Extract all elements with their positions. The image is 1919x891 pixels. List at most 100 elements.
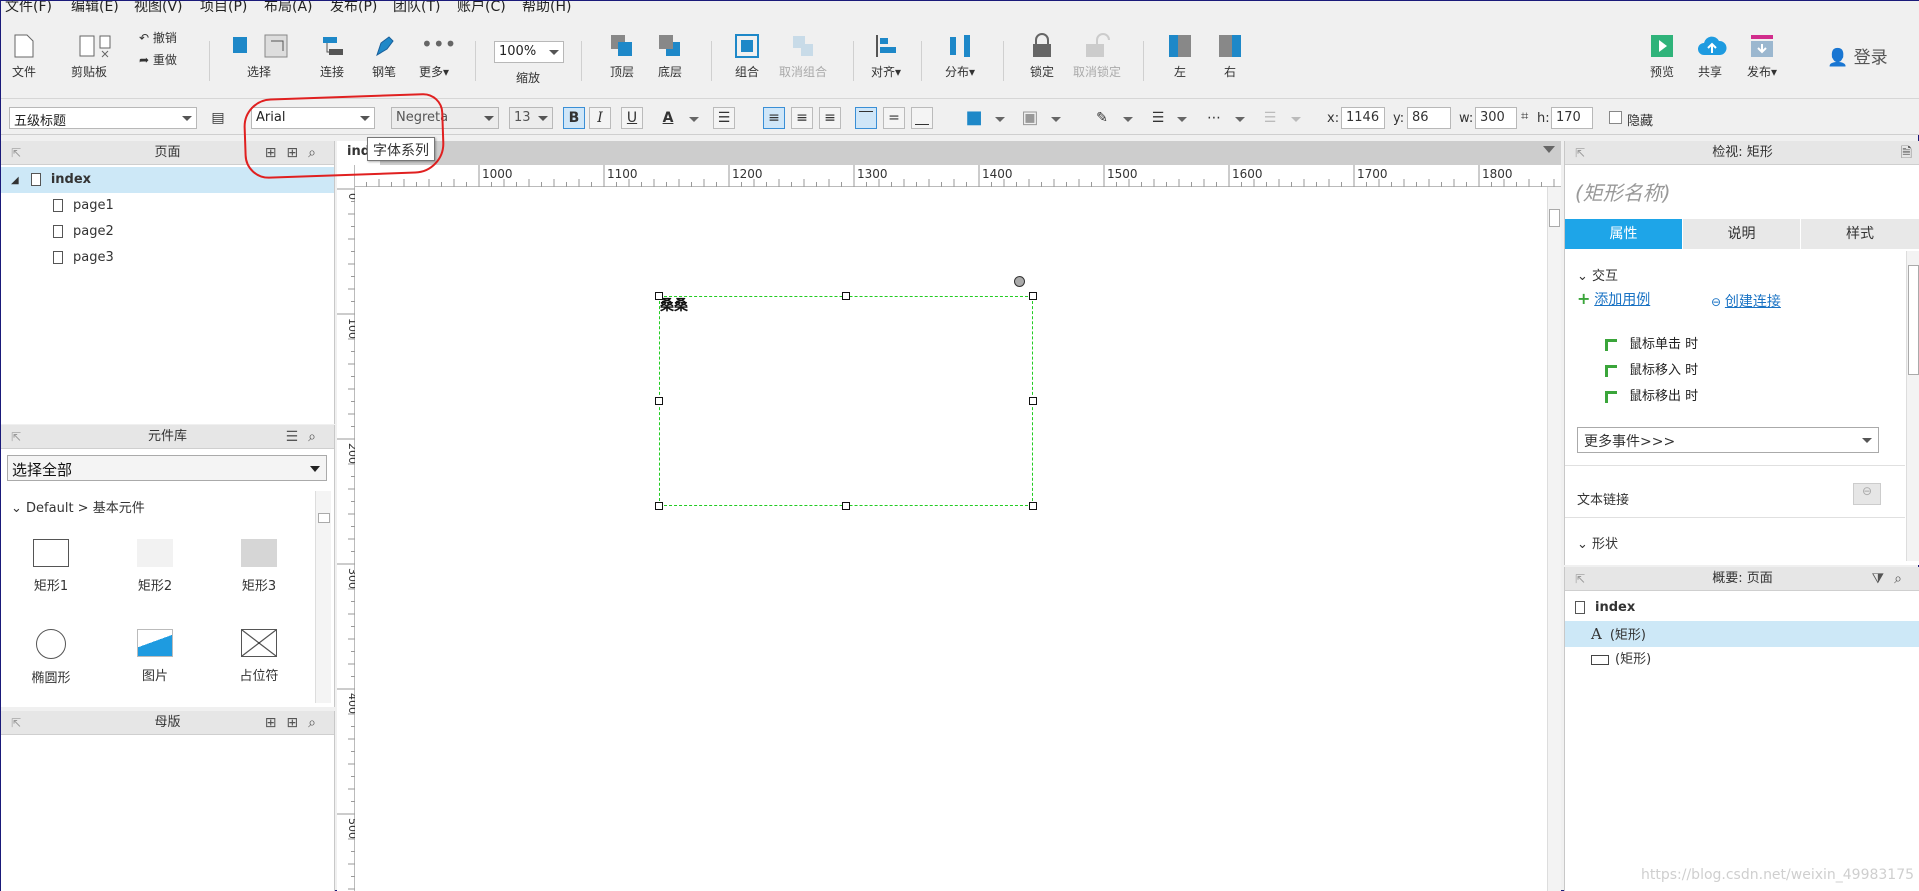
scroll-thumb[interactable] xyxy=(1908,265,1919,375)
widget-rectangle1[interactable]: 矩形1 xyxy=(11,539,91,594)
library-group-header[interactable]: ⌄ Default > 基本元件 xyxy=(11,497,145,516)
menu-help[interactable]: 帮助(H) xyxy=(522,1,571,16)
interaction-section[interactable]: ⌄ 交互 xyxy=(1577,265,1618,284)
selected-rectangle[interactable]: 桑桑 xyxy=(659,296,1033,506)
menu-view[interactable]: 视图(V) xyxy=(134,1,183,16)
right-panel-toggle[interactable]: 右 xyxy=(1217,33,1243,80)
resize-handle[interactable] xyxy=(655,502,663,510)
tab-menu-icon[interactable] xyxy=(1543,146,1555,153)
valign-top-icon[interactable]: ⎺ xyxy=(855,107,877,129)
pin-icon[interactable]: ⇱ xyxy=(11,141,21,165)
pin-icon[interactable]: ⇱ xyxy=(11,711,21,735)
outline-item-text-rectangle[interactable]: A (矩形) xyxy=(1565,621,1919,647)
font-size-select[interactable]: 13 xyxy=(509,107,553,129)
resize-handle[interactable] xyxy=(1029,397,1037,405)
pen-tool-button[interactable]: 钢笔 xyxy=(371,33,397,80)
bold-button[interactable]: B xyxy=(563,107,585,129)
left-panel-toggle[interactable]: 左 xyxy=(1167,33,1193,80)
more-tools-button[interactable]: ••• 更多▾ xyxy=(419,33,456,80)
widget-placeholder[interactable]: 占位符 xyxy=(219,629,299,684)
group-button[interactable]: 组合 xyxy=(734,33,760,80)
widget-image[interactable]: 图片 xyxy=(115,629,195,684)
canvas-vertical-scrollbar[interactable] xyxy=(1547,187,1561,891)
line-width-icon[interactable]: ☰ xyxy=(1147,107,1169,129)
clipboard-button[interactable]: 剪贴板 xyxy=(71,33,111,80)
undo-button[interactable]: ↶ 撤销 xyxy=(139,29,177,46)
widget-rectangle3[interactable]: 矩形3 xyxy=(219,539,299,594)
font-color-icon[interactable]: A xyxy=(657,107,679,129)
menu-team[interactable]: 团队(T) xyxy=(393,1,440,16)
masters-tools[interactable]: ⊞⊞⌕ xyxy=(265,711,326,735)
resize-handle[interactable] xyxy=(1029,292,1037,300)
event-click[interactable]: 鼠标单击 时 xyxy=(1605,333,1698,352)
publish-button[interactable]: 发布▾ xyxy=(1747,33,1777,80)
ungroup-button[interactable]: 取消组合 xyxy=(779,33,827,80)
bring-to-front-button[interactable]: 顶层 xyxy=(609,33,635,80)
underline-button[interactable]: U xyxy=(621,107,643,129)
redo-button[interactable]: ➦ 重做 xyxy=(139,51,177,68)
align-text-right-icon[interactable]: ≡ xyxy=(819,107,841,129)
widget-ellipse[interactable]: 椭圆形 xyxy=(11,629,91,686)
create-link-link[interactable]: ⊖ 创建连接 xyxy=(1711,291,1781,311)
send-to-back-button[interactable]: 底层 xyxy=(657,33,683,80)
distribute-button[interactable]: 分布▾ xyxy=(945,33,975,80)
style-manager-icon[interactable]: ▤ xyxy=(207,107,229,129)
shadow-icon[interactable]: ▣ xyxy=(1019,107,1041,129)
event-mouse-enter[interactable]: 鼠标移入 时 xyxy=(1605,359,1698,378)
scroll-thumb[interactable] xyxy=(1549,209,1560,227)
more-events-select[interactable]: 更多事件>>> xyxy=(1577,427,1879,453)
library-tools[interactable]: ☰⌕ xyxy=(286,425,326,449)
y-input[interactable]: 86 xyxy=(1407,107,1451,129)
valign-middle-icon[interactable]: = xyxy=(883,107,905,129)
hidden-checkbox[interactable] xyxy=(1609,111,1622,124)
collapse-arrow-icon[interactable]: ◢ xyxy=(11,175,19,186)
library-select[interactable]: 选择全部 xyxy=(7,455,327,481)
align-button[interactable]: 对齐▾ xyxy=(871,33,901,80)
shape-name-input[interactable]: (矩形名称) xyxy=(1575,177,1671,206)
menu-file[interactable]: 文件(F) xyxy=(5,1,52,16)
h-input[interactable]: 170 xyxy=(1551,107,1593,129)
preview-button[interactable]: 预览 xyxy=(1649,33,1675,80)
shape-section[interactable]: ⌄ 形状 xyxy=(1577,533,1618,552)
valign-bottom-icon[interactable]: ⎽ xyxy=(911,107,933,129)
arrow-style-icon[interactable]: ☰ xyxy=(1259,107,1281,129)
menu-publish[interactable]: 发布(P) xyxy=(330,1,377,16)
widget-rectangle2[interactable]: 矩形2 xyxy=(115,539,195,594)
zoom-select[interactable]: 100% xyxy=(494,41,564,63)
align-text-center-icon[interactable]: ≡ xyxy=(791,107,813,129)
event-mouse-leave[interactable]: 鼠标移出 时 xyxy=(1605,385,1698,404)
page-item-page2[interactable]: page2 xyxy=(1,219,334,245)
login-button[interactable]: 👤 登录 xyxy=(1827,43,1888,68)
pin-icon[interactable]: ⇱ xyxy=(1575,567,1585,591)
style-select[interactable]: 五级标题 xyxy=(9,107,197,129)
inspector-scrollbar[interactable] xyxy=(1906,251,1919,561)
file-button[interactable]: 文件 xyxy=(11,33,37,80)
rectangle-text[interactable]: 桑桑 xyxy=(660,295,688,315)
outline-root-index[interactable]: index xyxy=(1565,595,1919,621)
resize-handle[interactable] xyxy=(655,397,663,405)
menu-edit[interactable]: 编辑(E) xyxy=(71,1,119,16)
w-input[interactable]: 300 xyxy=(1475,107,1517,129)
connect-tool-button[interactable]: 连接 xyxy=(319,33,345,80)
italic-button[interactable]: I xyxy=(589,107,611,129)
share-button[interactable]: 共享 xyxy=(1697,33,1727,80)
outline-tools[interactable]: ⧩⌕ xyxy=(1872,567,1912,591)
resize-handle[interactable] xyxy=(842,502,850,510)
lock-ratio-icon[interactable]: ⌗ xyxy=(1521,109,1528,124)
outline-item-rectangle[interactable]: (矩形) xyxy=(1565,647,1919,673)
add-case-link[interactable]: + 添加用例 xyxy=(1577,289,1650,309)
notes-icon[interactable]: 🗎 xyxy=(1901,141,1912,165)
menu-account[interactable]: 账户(C) xyxy=(457,1,506,16)
tab-style[interactable]: 样式 xyxy=(1801,219,1919,249)
scroll-thumb[interactable] xyxy=(318,513,330,523)
bullet-list-icon[interactable]: ☰ xyxy=(713,107,735,129)
lock-button[interactable]: 锁定 xyxy=(1029,33,1055,80)
page-item-page1[interactable]: page1 xyxy=(1,193,334,219)
fill-color-icon[interactable]: ■ xyxy=(963,107,985,129)
page-item-page3[interactable]: page3 xyxy=(1,245,334,271)
tab-properties[interactable]: 属性 xyxy=(1565,219,1683,249)
pin-icon[interactable]: ⇱ xyxy=(11,425,21,449)
select-tool-button[interactable]: 选择 xyxy=(229,33,289,80)
line-style-icon[interactable]: ⋯ xyxy=(1203,107,1225,129)
resize-handle[interactable] xyxy=(842,292,850,300)
